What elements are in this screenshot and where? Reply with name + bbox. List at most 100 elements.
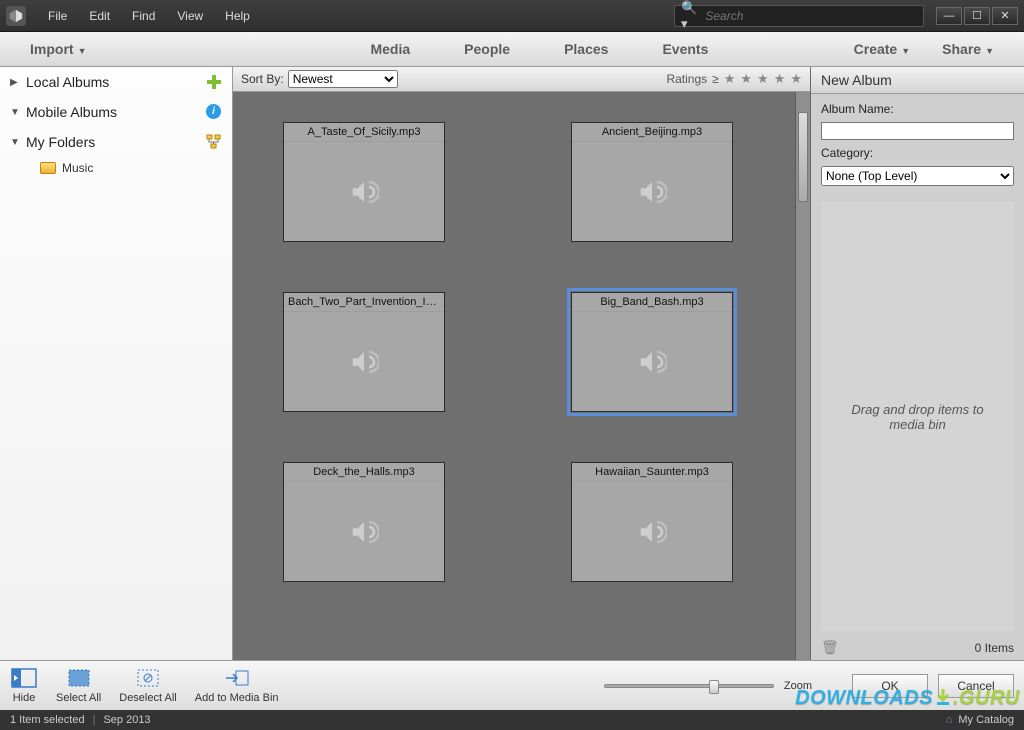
status-bar: 1 Item selected | Sep 2013 ⌂ My Catalog (0, 710, 1024, 730)
expand-icon[interactable]: ▼ (10, 107, 20, 118)
star-icon[interactable]: ★ (757, 71, 769, 87)
audio-icon (284, 482, 444, 581)
sort-bar: Sort By: Newest Ratings ≥ ★ ★ ★ ★ ★ (233, 67, 810, 92)
star-icon[interactable]: ★ (740, 71, 752, 87)
tree-icon[interactable] (206, 134, 222, 150)
sort-select[interactable]: Newest (288, 70, 398, 88)
album-name-input[interactable] (821, 122, 1014, 140)
expand-icon[interactable]: ▼ (10, 137, 20, 148)
album-name-label: Album Name: (821, 102, 1014, 116)
menu-find[interactable]: Find (122, 5, 165, 27)
sidebar-label: Local Albums (26, 74, 109, 90)
star-icon[interactable]: ★ (724, 71, 736, 87)
audio-icon (572, 312, 732, 411)
add-to-media-bin-button[interactable]: Add to Media Bin (195, 667, 279, 704)
right-panel-title: New Album (811, 67, 1024, 94)
status-catalog: My Catalog (958, 714, 1014, 726)
thumbnail-title: A_Taste_Of_Sicily.mp3 (284, 123, 444, 142)
media-thumbnail[interactable]: Big_Band_Bash.mp3 (571, 292, 733, 412)
media-thumbnail[interactable]: Hawaiian_Saunter.mp3 (571, 462, 733, 582)
search-icon: 🔍▾ (681, 0, 701, 32)
search-input[interactable] (705, 9, 917, 23)
ratings-filter: Ratings ≥ ★ ★ ★ ★ ★ (666, 71, 802, 87)
ok-button[interactable]: OK (852, 674, 928, 698)
thumbnail-title: Deck_the_Halls.mp3 (284, 463, 444, 482)
deselect-all-icon (134, 667, 162, 689)
select-all-icon (65, 667, 93, 689)
main-content: ▶ Local Albums ▼ Mobile Albums i ▼ My Fo… (0, 67, 1024, 660)
main-toolbar: Import▼ Media People Places Events Creat… (0, 32, 1024, 67)
title-bar: File Edit Find View Help 🔍▾ — ☐ ✕ (0, 0, 1024, 32)
tab-events[interactable]: Events (650, 35, 720, 63)
hide-icon (10, 667, 38, 689)
media-bin-drop-zone[interactable]: Drag and drop items to media bin (821, 202, 1014, 631)
app-icon (6, 6, 26, 26)
sort-label: Sort By: (241, 72, 284, 86)
media-thumbnail[interactable]: A_Taste_Of_Sicily.mp3 (283, 122, 445, 242)
sidebar-item-mobile-albums[interactable]: ▼ Mobile Albums i (0, 97, 232, 127)
media-thumbnail[interactable]: Deck_the_Halls.mp3 (283, 462, 445, 582)
close-button[interactable]: ✕ (992, 7, 1018, 25)
sidebar-label: Mobile Albums (26, 104, 117, 120)
folder-icon (40, 162, 56, 174)
thumbnail-area[interactable]: A_Taste_Of_Sicily.mp3 Ancient_Beijing.mp3… (233, 92, 810, 660)
menu-edit[interactable]: Edit (79, 5, 120, 27)
sidebar-item-local-albums[interactable]: ▶ Local Albums (0, 67, 232, 97)
sidebar: ▶ Local Albums ▼ Mobile Albums i ▼ My Fo… (0, 67, 233, 660)
import-button[interactable]: Import▼ (18, 35, 98, 63)
deselect-all-button[interactable]: Deselect All (119, 667, 176, 704)
share-button[interactable]: Share▼ (930, 35, 1006, 63)
zoom-label: Zoom (784, 680, 812, 692)
zoom-handle[interactable] (709, 680, 719, 694)
tab-places[interactable]: Places (552, 35, 620, 63)
thumbnail-title: Hawaiian_Saunter.mp3 (572, 463, 732, 482)
status-date: Sep 2013 (103, 714, 150, 726)
zoom-slider[interactable] (604, 684, 774, 688)
audio-icon (572, 482, 732, 581)
menu-bar: File Edit Find View Help (38, 5, 260, 27)
select-all-button[interactable]: Select All (56, 667, 101, 704)
thumbnail-title: Big_Band_Bash.mp3 (572, 293, 732, 312)
tab-media[interactable]: Media (358, 35, 422, 63)
audio-icon (284, 312, 444, 411)
media-thumbnail[interactable]: Ancient_Beijing.mp3 (571, 122, 733, 242)
sidebar-sub-label: Music (62, 161, 93, 175)
sidebar-subitem-music[interactable]: Music (0, 157, 232, 179)
expand-icon[interactable]: ▶ (10, 77, 20, 88)
add-icon[interactable] (206, 74, 222, 90)
browser-panel: Sort By: Newest Ratings ≥ ★ ★ ★ ★ ★ A_Ta… (233, 67, 811, 660)
view-tabs: Media People Places Events (358, 35, 720, 63)
sidebar-label: My Folders (26, 134, 95, 150)
ratings-label: Ratings (666, 72, 707, 86)
items-count: 0 Items (975, 641, 1014, 655)
menu-help[interactable]: Help (215, 5, 260, 27)
menu-file[interactable]: File (38, 5, 77, 27)
maximize-button[interactable]: ☐ (964, 7, 990, 25)
create-button[interactable]: Create▼ (842, 35, 923, 63)
star-icon[interactable]: ★ (790, 71, 802, 87)
category-select[interactable]: None (Top Level) (821, 166, 1014, 186)
category-label: Category: (821, 146, 1014, 160)
cancel-button[interactable]: Cancel (938, 674, 1014, 698)
vertical-scrollbar[interactable] (795, 92, 810, 660)
window-buttons: — ☐ ✕ (936, 7, 1018, 25)
home-icon[interactable]: ⌂ (946, 714, 953, 726)
right-panel: New Album Album Name: Category: None (To… (811, 67, 1024, 660)
bottom-toolbar: Hide Select All Deselect All Add to Medi… (0, 660, 1024, 710)
status-selection: 1 Item selected (10, 714, 85, 726)
audio-icon (572, 142, 732, 241)
hide-panel-button[interactable]: Hide (10, 667, 38, 704)
menu-view[interactable]: View (167, 5, 213, 27)
star-icon[interactable]: ★ (774, 71, 786, 87)
trash-icon[interactable]: 🗑 (821, 639, 839, 656)
thumbnail-title: Bach_Two_Part_Invention_In... (284, 293, 444, 312)
tab-people[interactable]: People (452, 35, 522, 63)
gte-icon[interactable]: ≥ (712, 72, 719, 86)
scrollbar-thumb[interactable] (798, 112, 808, 202)
media-thumbnail[interactable]: Bach_Two_Part_Invention_In... (283, 292, 445, 412)
search-box[interactable]: 🔍▾ (674, 5, 924, 27)
info-icon[interactable]: i (206, 104, 222, 120)
add-to-bin-icon (223, 667, 251, 689)
minimize-button[interactable]: — (936, 7, 962, 25)
sidebar-item-my-folders[interactable]: ▼ My Folders (0, 127, 232, 157)
